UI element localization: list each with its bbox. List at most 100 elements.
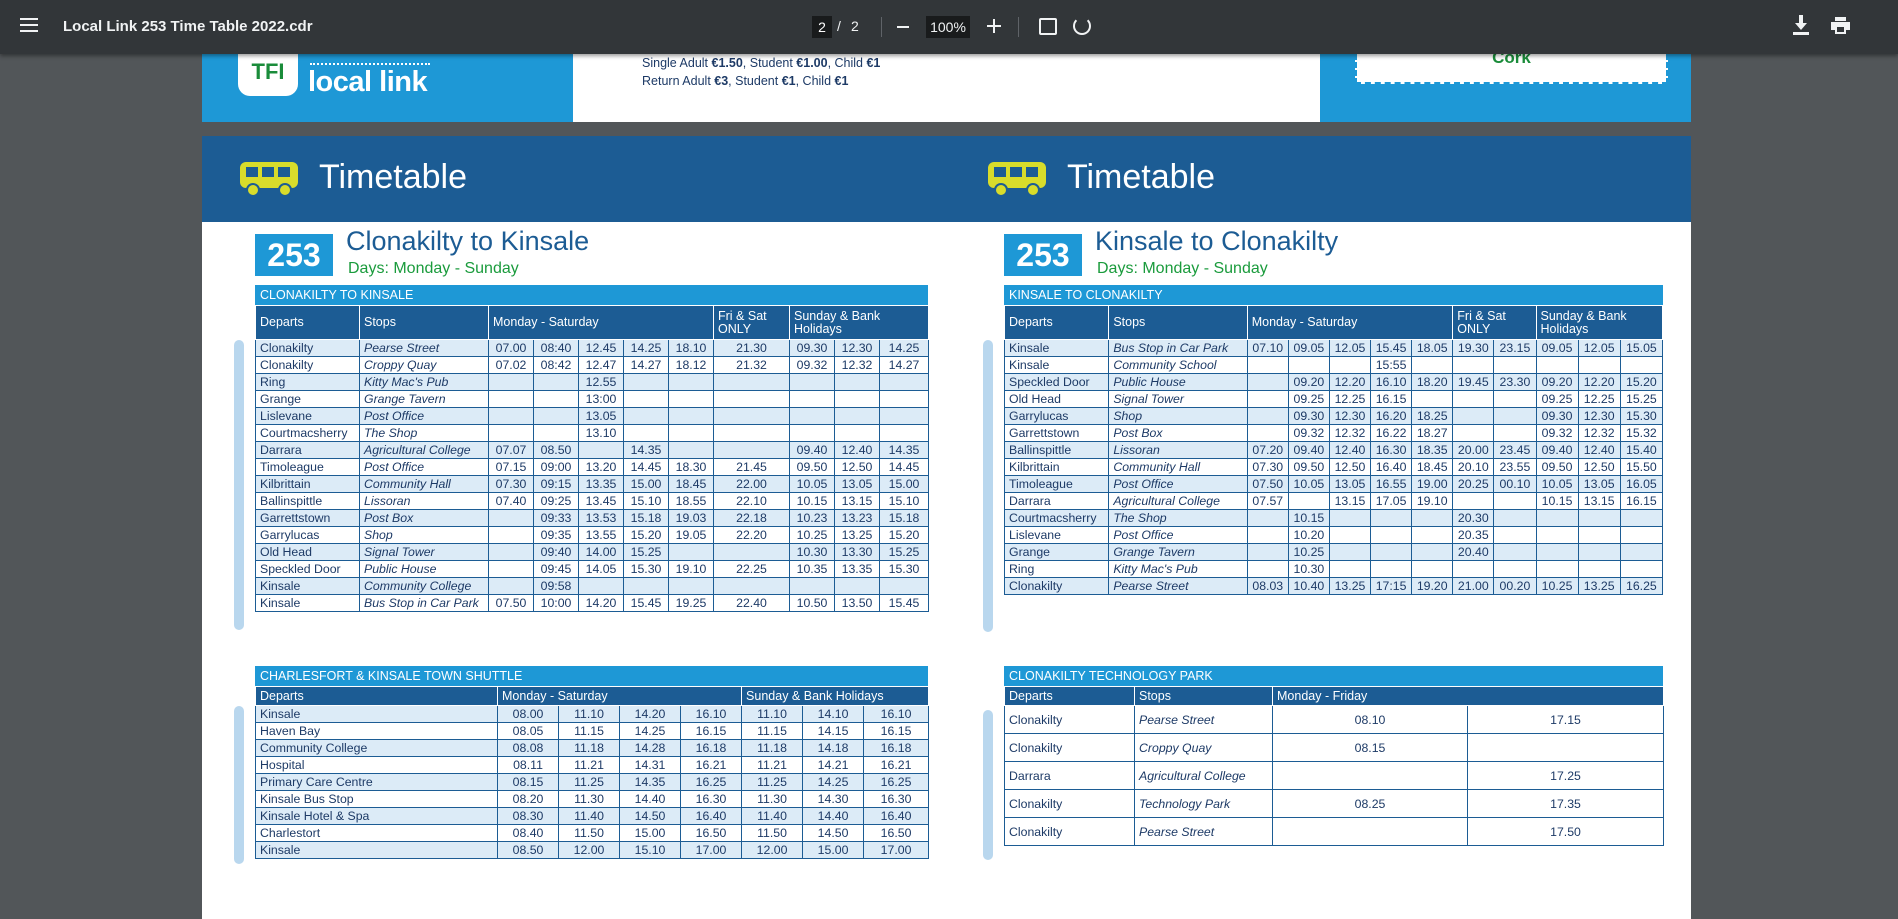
fares-panel: Single Adult €1.50, Student €1.00, Child… xyxy=(573,54,1320,122)
time-cell: 18.20 xyxy=(1411,373,1454,391)
time-cell: 08.15 xyxy=(1272,733,1468,762)
time-cell: 07.50 xyxy=(488,594,534,612)
table-shuttle: CHARLESFORT & KINSALE TOWN SHUTTLE Depar… xyxy=(255,666,930,859)
time-cell: 18.12 xyxy=(668,356,714,374)
time-cell: 17.00 xyxy=(863,841,930,859)
stop-cell: The Shop xyxy=(359,424,489,442)
time-cell: 16.21 xyxy=(863,756,930,774)
time-cell: 10.15 xyxy=(1287,509,1330,527)
time-cell xyxy=(1452,390,1495,408)
county-label: Cork xyxy=(1355,49,1668,84)
time-cell: 15.45 xyxy=(623,594,669,612)
time-cell xyxy=(1272,761,1468,790)
time-cell: 09.05 xyxy=(1287,339,1330,357)
time-cell: 10.30 xyxy=(1287,560,1330,578)
time-cell: 16.30 xyxy=(863,790,930,808)
time-cell xyxy=(834,407,880,425)
time-cell xyxy=(1452,492,1495,510)
table-row: Charlestort 08.40 11.50 15.00 16.50 11.50 14.5… xyxy=(255,824,930,842)
departs-cell: Kinsale xyxy=(255,841,498,859)
fit-page-icon[interactable] xyxy=(1039,18,1057,35)
time-cell xyxy=(488,560,534,578)
time-cell xyxy=(1411,526,1454,544)
time-cell: 19.10 xyxy=(668,560,714,578)
time-cell: 11.40 xyxy=(558,807,620,825)
time-cell: 09.40 xyxy=(789,441,835,459)
time-cell: 09.40 xyxy=(1287,441,1330,459)
time-cell xyxy=(488,424,534,442)
time-cell xyxy=(1246,407,1289,425)
logo-decoration xyxy=(310,55,430,65)
time-cell: 12.30 xyxy=(1328,407,1372,425)
time-cell xyxy=(1535,526,1579,544)
time-cell: 11.40 xyxy=(741,807,804,825)
time-cell: 15.10 xyxy=(623,492,669,510)
time-cell xyxy=(1577,560,1621,578)
time-cell: 16.15 xyxy=(1619,492,1664,510)
stop-cell: Post Office xyxy=(1108,526,1248,544)
table-kinsale-clonakilty: KINSALE TO CLONAKILTY Departs Stops Mond… xyxy=(1003,285,1664,595)
download-icon[interactable] xyxy=(1793,15,1809,35)
time-cell: 07.07 xyxy=(488,441,534,459)
time-cell: 15.32 xyxy=(1619,424,1664,442)
zoom-in-icon[interactable] xyxy=(987,19,1001,33)
departs-cell: Charlestort xyxy=(255,824,498,842)
rotate-icon[interactable] xyxy=(1073,17,1091,35)
departs-cell: Kinsale xyxy=(255,705,498,723)
departs-cell: Clonakilty xyxy=(1004,733,1135,762)
col-departs: Departs xyxy=(255,686,498,706)
time-cell: 09:33 xyxy=(533,509,579,527)
time-cell: 07.00 xyxy=(488,339,534,357)
departs-cell: Primary Care Centre xyxy=(255,773,498,791)
time-cell xyxy=(1411,543,1454,561)
time-cell: 12.47 xyxy=(578,356,624,374)
time-cell: 09.32 xyxy=(1535,424,1579,442)
time-cell: 19.25 xyxy=(668,594,714,612)
time-cell: 15.18 xyxy=(623,509,669,527)
bus-icon xyxy=(988,162,1046,197)
time-cell: 12.25 xyxy=(1328,390,1372,408)
departs-cell: Clonakilty xyxy=(1003,577,1110,595)
zoom-out-icon[interactable] xyxy=(897,26,909,28)
col-departs: Departs xyxy=(1003,305,1110,340)
time-cell: 08.00 xyxy=(497,705,559,723)
time-cell: 09.25 xyxy=(1535,390,1579,408)
departs-cell: Hospital xyxy=(255,756,498,774)
table-row: Ballinspittle Lissoran 07.40 09:25 13.45 15.1… xyxy=(255,492,930,510)
zoom-level[interactable]: 100% xyxy=(926,16,970,38)
time-cell xyxy=(668,543,714,561)
time-cell: 23.15 xyxy=(1493,339,1537,357)
time-cell: 13.05 xyxy=(1577,475,1621,493)
fares-band: TFI local link Single Adult €1.50, Stude… xyxy=(202,49,1691,122)
time-cell: 07.57 xyxy=(1246,492,1289,510)
page-number-input[interactable]: 2 xyxy=(812,16,832,38)
time-cell: 15.40 xyxy=(1619,441,1664,459)
timetable-body: Clonakilty Pearse Street 07.00 08:40 12.45 14… xyxy=(255,339,930,612)
time-cell: 12.45 xyxy=(578,339,624,357)
section-heading: CHARLESFORT & KINSALE TOWN SHUTTLE xyxy=(255,666,928,686)
stop-cell: Signal Tower xyxy=(1108,390,1248,408)
time-cell: 12.25 xyxy=(1577,390,1621,408)
time-cell: 15.45 xyxy=(878,594,930,612)
col-stops: Stops xyxy=(1134,686,1273,706)
table-row: Darrara Agricultural College 17.25 xyxy=(1004,761,1664,790)
menu-icon[interactable] xyxy=(20,18,38,32)
time-cell xyxy=(1328,509,1372,527)
time-cell xyxy=(1287,492,1330,510)
print-icon[interactable] xyxy=(1831,17,1850,34)
time-cell: 08.15 xyxy=(497,773,559,791)
time-cell: 09:15 xyxy=(533,475,579,493)
stop-cell: Kitty Mac's Pub xyxy=(359,373,489,391)
time-cell: 19.05 xyxy=(668,526,714,544)
time-cell: 16.25 xyxy=(1619,577,1664,595)
time-cell: 10.25 xyxy=(789,526,835,544)
departs-cell: Speckled Door xyxy=(1003,373,1110,391)
stop-cell: Bus Stop in Car Park xyxy=(359,594,489,612)
time-cell xyxy=(878,373,930,391)
time-cell: 07.10 xyxy=(1246,339,1289,357)
stop-cell: Public House xyxy=(359,560,489,578)
time-cell xyxy=(623,390,669,408)
time-cell: 14.05 xyxy=(578,560,624,578)
table-row: Clonakilty Technology Park 08.25 17.35 xyxy=(1004,789,1664,818)
time-cell: 08.10 xyxy=(1272,705,1468,734)
